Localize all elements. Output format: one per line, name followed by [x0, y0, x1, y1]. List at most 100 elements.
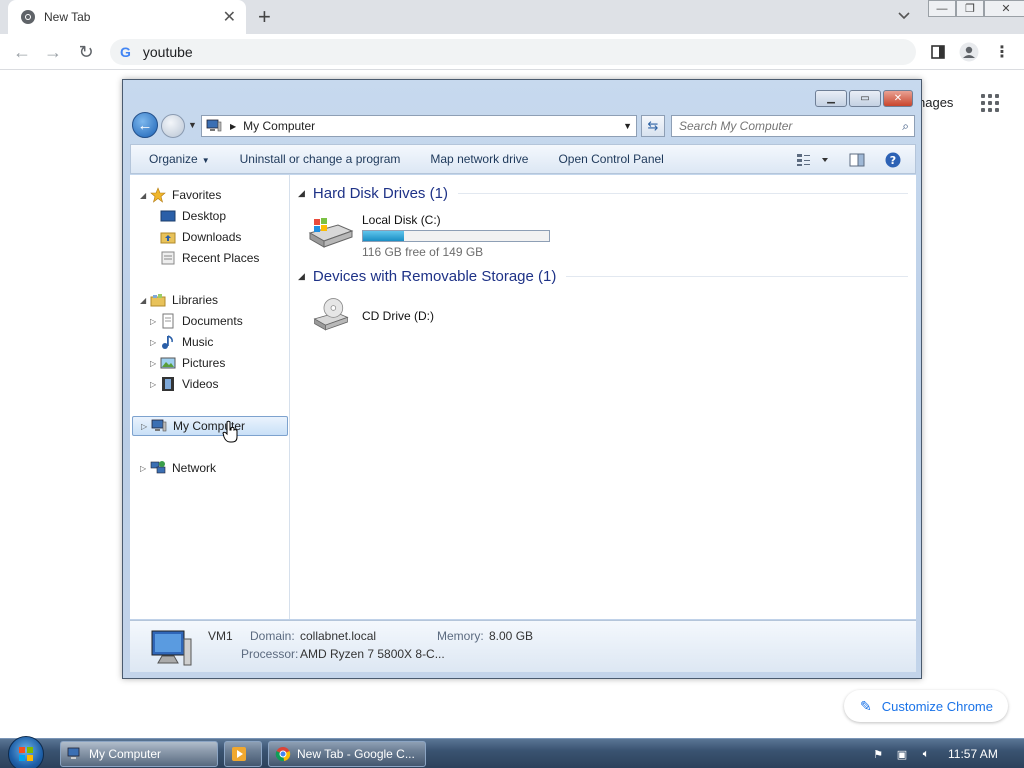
media-player-icon [232, 747, 246, 761]
open-control-panel-button[interactable]: Open Control Panel [558, 152, 663, 166]
uninstall-program-button[interactable]: Uninstall or change a program [240, 152, 401, 166]
nav-label: Documents [182, 314, 243, 328]
libraries-icon [150, 294, 166, 307]
refresh-button[interactable]: ⇆ [641, 115, 665, 137]
computer-icon [67, 747, 80, 759]
minimize-button[interactable]: — [928, 0, 956, 17]
computer-name: VM1 [208, 629, 233, 643]
menu-button[interactable]: ⋮ [994, 42, 1010, 62]
view-options-icon [797, 154, 828, 166]
search-icon[interactable]: ⌕ [902, 119, 909, 134]
expand-icon[interactable]: ▷ [150, 338, 160, 347]
breadcrumb[interactable]: My Computer [243, 119, 623, 133]
divider [566, 276, 908, 277]
forward-button[interactable]: → [43, 42, 63, 62]
recent-pages-dropdown-icon[interactable]: ▼ [188, 120, 197, 130]
start-button[interactable] [8, 736, 44, 768]
cd-drive-icon [313, 298, 349, 331]
customize-chrome-label: Customize Chrome [881, 698, 993, 714]
collapse-icon[interactable]: ◢ [140, 296, 150, 305]
tab-new-tab[interactable]: New Tab ✕ [8, 0, 246, 34]
breadcrumb-arrow-icon[interactable]: ▶ [230, 122, 236, 131]
drive-cd-d[interactable]: CD Drive (D:) [308, 297, 434, 333]
nav-item-music[interactable]: ▷ Music [150, 332, 213, 352]
computer-icon [151, 419, 167, 432]
volume-icon[interactable]: 🔈︎ [918, 746, 934, 762]
action-center-icon[interactable]: ⚑ [870, 746, 886, 762]
explorer-minimize-button[interactable]: ▁ [815, 90, 847, 107]
drive-name: Local Disk (C:) [362, 213, 441, 227]
collapse-icon[interactable]: ◢ [298, 271, 305, 282]
explorer-maximize-button[interactable]: ▭ [849, 90, 881, 107]
help-button[interactable]: ? [883, 151, 903, 169]
preview-pane-icon [849, 153, 865, 167]
nav-item-my-computer[interactable]: ▷ My Computer [132, 416, 288, 436]
organize-button[interactable]: Organize ▼ [149, 152, 210, 166]
restore-button[interactable]: ❐ [956, 0, 984, 17]
group-title: Hard Disk Drives (1) [312, 185, 448, 202]
images-link[interactable]: nages [918, 95, 953, 110]
side-panel-button[interactable] [928, 42, 948, 62]
computer-icon [206, 119, 222, 132]
omnibox-value: youtube [142, 44, 193, 60]
memory-value: 8.00 GB [489, 629, 534, 643]
documents-icon [162, 313, 174, 329]
group-title: Devices with Removable Storage (1) [312, 268, 557, 285]
nav-item-favorites[interactable]: ◢ Favorites [140, 185, 221, 205]
downloads-folder-icon [160, 232, 176, 244]
expand-icon[interactable]: ▷ [150, 380, 160, 389]
search-box[interactable]: ⌕ [671, 115, 915, 137]
chrome-icon [275, 747, 291, 762]
profile-button[interactable] [958, 42, 980, 62]
taskbar-item-label: My Computer [89, 747, 162, 761]
drive-name: CD Drive (D:) [362, 309, 434, 323]
nav-label: Desktop [182, 209, 227, 223]
clock[interactable]: 11:57 AM [948, 747, 998, 761]
expand-icon[interactable]: ▷ [150, 359, 160, 368]
close-tab-icon[interactable]: ✕ [223, 7, 236, 27]
network-tray-icon[interactable]: ▣ [894, 746, 910, 762]
taskbar-item-my-computer[interactable]: My Computer [60, 741, 218, 767]
omnibox[interactable]: G youtube [110, 39, 916, 65]
memory-label: Memory: [437, 629, 484, 643]
nav-item-pictures[interactable]: ▷ Pictures [150, 353, 225, 373]
nav-item-recent-places[interactable]: Recent Places [160, 248, 259, 268]
customize-chrome-button[interactable]: ✎ Customize Chrome [844, 690, 1008, 722]
group-header-hard-disk-drives[interactable]: ◢ Hard Disk Drives (1) [298, 185, 908, 202]
back-button[interactable]: ← [12, 42, 32, 62]
desktop-icon [160, 210, 176, 222]
expand-icon[interactable]: ▷ [141, 422, 151, 431]
expand-icon[interactable]: ▷ [140, 464, 150, 473]
nav-label: Pictures [182, 356, 226, 370]
tab-search-icon[interactable] [897, 9, 911, 23]
explorer-forward-button[interactable] [161, 114, 185, 138]
nav-item-videos[interactable]: ▷ Videos [150, 374, 218, 394]
explorer-back-button[interactable]: ← [132, 112, 158, 138]
nav-item-network[interactable]: ▷ Network [140, 458, 216, 478]
collapse-icon[interactable]: ◢ [140, 191, 150, 200]
change-view-button[interactable] [793, 151, 833, 169]
close-window-button[interactable]: ✕ [984, 0, 1024, 17]
explorer-close-button[interactable]: ✕ [883, 90, 913, 107]
nav-item-desktop[interactable]: Desktop [160, 206, 226, 226]
address-dropdown-icon[interactable]: ▼ [623, 121, 632, 131]
taskbar-item-media-player[interactable] [224, 741, 262, 767]
nav-label: Network [172, 461, 217, 475]
new-tab-button[interactable]: + [258, 4, 271, 30]
taskbar-item-chrome[interactable]: New Tab - Google C... [268, 741, 426, 767]
map-network-drive-button[interactable]: Map network drive [430, 152, 528, 166]
search-input[interactable] [672, 116, 882, 136]
nav-item-documents[interactable]: ▷ Documents [150, 311, 243, 331]
apps-grid-icon[interactable] [981, 94, 999, 112]
explorer-caption-buttons: ▁ ▭ ✕ [813, 90, 913, 107]
address-bar[interactable]: ▶ My Computer ▼ [201, 115, 637, 137]
group-header-removable-storage[interactable]: ◢ Devices with Removable Storage (1) [298, 268, 908, 285]
taskbar: My Computer New Tab - Google C... ⚑ ▣ 🔈︎… [0, 736, 1024, 768]
preview-pane-button[interactable] [847, 151, 867, 169]
nav-item-libraries[interactable]: ◢ Libraries [140, 290, 218, 310]
expand-icon[interactable]: ▷ [150, 317, 160, 326]
reload-button[interactable]: ↻ [76, 42, 96, 62]
drive-local-disk-c[interactable]: Local Disk (C:) 116 GB free of 149 GB [308, 213, 550, 259]
nav-item-downloads[interactable]: Downloads [160, 227, 241, 247]
collapse-icon[interactable]: ◢ [298, 188, 305, 199]
